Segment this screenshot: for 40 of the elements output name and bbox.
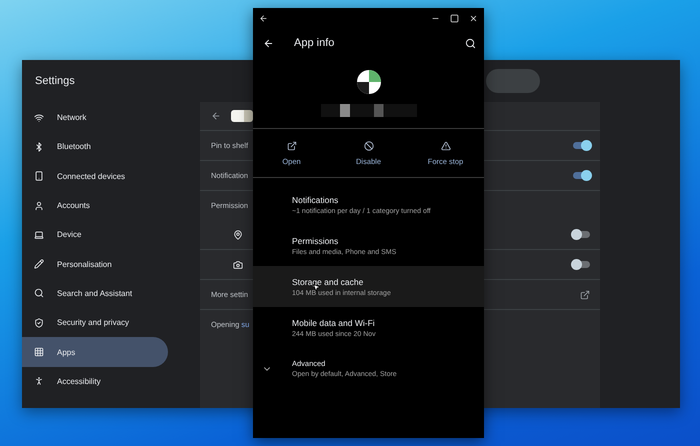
location-pin-icon bbox=[233, 230, 243, 240]
search-field[interactable] bbox=[486, 69, 540, 93]
sidebar-item[interactable]: Accounts bbox=[22, 190, 200, 220]
grid-icon bbox=[34, 347, 44, 358]
phone-icon bbox=[34, 171, 44, 182]
sidebar-item[interactable]: Search and Assistant bbox=[22, 278, 200, 308]
warning-icon bbox=[440, 140, 450, 150]
sidebar-item[interactable]: Apps bbox=[22, 337, 168, 367]
sidebar-item[interactable]: Accessibility bbox=[22, 366, 200, 396]
window-title: Settings bbox=[35, 75, 76, 87]
maximize-icon[interactable] bbox=[450, 14, 459, 22]
app-icon bbox=[231, 110, 253, 122]
search-icon bbox=[34, 288, 44, 298]
app-icon bbox=[356, 70, 380, 94]
page-title: App info bbox=[294, 37, 336, 49]
camera-icon bbox=[233, 260, 243, 270]
sidebar-item[interactable]: Connected devices bbox=[22, 162, 200, 191]
toggle-switch[interactable] bbox=[573, 172, 590, 179]
external-link-icon[interactable] bbox=[580, 290, 590, 300]
close-icon[interactable] bbox=[469, 14, 478, 22]
disable-icon bbox=[364, 140, 374, 150]
shield-icon bbox=[34, 318, 44, 328]
toggle-switch[interactable] bbox=[573, 231, 590, 238]
bluetooth-icon bbox=[34, 142, 44, 152]
pencil-icon bbox=[34, 259, 44, 270]
accessibility-icon bbox=[34, 376, 44, 386]
sidebar-item[interactable]: Device bbox=[22, 220, 200, 250]
back-icon[interactable] bbox=[259, 14, 268, 22]
sidebar-item[interactable]: Network bbox=[22, 103, 200, 132]
sidebar-item[interactable]: Bluetooth bbox=[22, 132, 200, 162]
wifi-icon bbox=[34, 112, 44, 123]
person-icon bbox=[34, 200, 44, 211]
sidebar-item[interactable]: Personalisation bbox=[22, 249, 200, 279]
sidebar-item[interactable]: Security and privacy bbox=[22, 308, 200, 338]
toggle-switch[interactable] bbox=[573, 261, 590, 268]
open-icon bbox=[286, 140, 296, 150]
toggle-switch[interactable] bbox=[573, 142, 590, 149]
laptop-icon bbox=[34, 230, 44, 240]
search-icon[interactable] bbox=[465, 38, 476, 48]
back-icon[interactable] bbox=[263, 38, 274, 48]
